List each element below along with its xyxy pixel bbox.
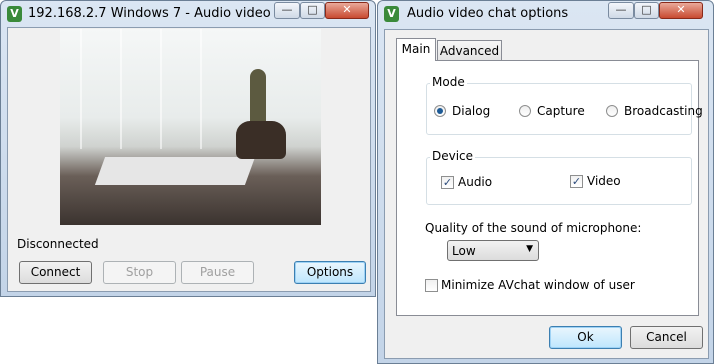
options-dialog: V Audio video chat options — □ ✕ Main Ad…: [377, 0, 714, 364]
capture-radio[interactable]: [519, 105, 531, 117]
window-title: 192.168.2.7 Windows 7 - Audio video chat: [28, 6, 304, 21]
video-preview: [60, 29, 321, 225]
capture-radio-label[interactable]: Capture: [537, 104, 585, 118]
mode-label: Mode: [430, 75, 467, 89]
minimize-window-checkbox[interactable]: [425, 279, 438, 292]
main-tab-panel: Mode Dialog Capture Broadcasting Device …: [396, 60, 703, 316]
tab-main[interactable]: Main: [396, 38, 436, 61]
broadcasting-radio-label[interactable]: Broadcasting: [624, 104, 703, 118]
dialog-radio[interactable]: [434, 105, 446, 117]
pot: [236, 121, 286, 159]
maximize-button[interactable]: □: [634, 2, 659, 19]
tab-advanced[interactable]: Advanced: [437, 40, 502, 61]
app-icon: V: [7, 6, 22, 22]
chat-titlebar[interactable]: V 192.168.2.7 Windows 7 - Audio video ch…: [1, 1, 375, 27]
dialog-client-area: Main Advanced Mode Dialog Capture Broadc…: [384, 29, 709, 359]
quality-label: Quality of the sound of microphone:: [425, 221, 642, 235]
maximize-button[interactable]: □: [300, 2, 325, 19]
stop-button[interactable]: Stop: [103, 261, 176, 284]
close-button[interactable]: ✕: [659, 2, 703, 19]
blind-slat: [200, 29, 202, 149]
desk-papers: [94, 157, 256, 185]
plant-silhouette: [250, 69, 266, 129]
app-icon: V: [384, 6, 399, 22]
dialog-radio-label[interactable]: Dialog: [452, 104, 490, 118]
options-button[interactable]: Options: [294, 261, 366, 284]
minimize-window-label[interactable]: Minimize AVchat window of user: [441, 278, 635, 292]
quality-select[interactable]: Low ▼: [447, 240, 539, 261]
blind-slat: [160, 29, 162, 149]
quality-select-value: Low: [452, 244, 476, 258]
dialog-title: Audio video chat options: [407, 6, 569, 21]
blind-slat: [120, 29, 122, 149]
chat-client-area: Disconnected Connect Stop Pause Options: [7, 27, 371, 292]
video-checkbox[interactable]: ✓: [570, 175, 583, 188]
blind-slat: [80, 29, 82, 149]
close-button[interactable]: ✕: [325, 2, 369, 19]
chat-window: V 192.168.2.7 Windows 7 - Audio video ch…: [0, 0, 376, 297]
pause-button[interactable]: Pause: [181, 261, 254, 284]
broadcasting-radio[interactable]: [606, 105, 618, 117]
audio-checkbox-label[interactable]: Audio: [458, 175, 492, 189]
video-checkbox-label[interactable]: Video: [587, 174, 621, 188]
options-titlebar[interactable]: V Audio video chat options — □ ✕: [378, 1, 713, 27]
minimize-button[interactable]: —: [274, 2, 300, 19]
connection-status: Disconnected: [17, 237, 99, 251]
cancel-button[interactable]: Cancel: [630, 326, 703, 349]
audio-checkbox[interactable]: ✓: [441, 176, 454, 189]
ok-button[interactable]: Ok: [549, 326, 622, 349]
connect-button[interactable]: Connect: [19, 261, 92, 284]
dropdown-arrow-icon: ▼: [526, 244, 533, 254]
minimize-button[interactable]: —: [608, 2, 634, 19]
device-label: Device: [430, 149, 476, 163]
